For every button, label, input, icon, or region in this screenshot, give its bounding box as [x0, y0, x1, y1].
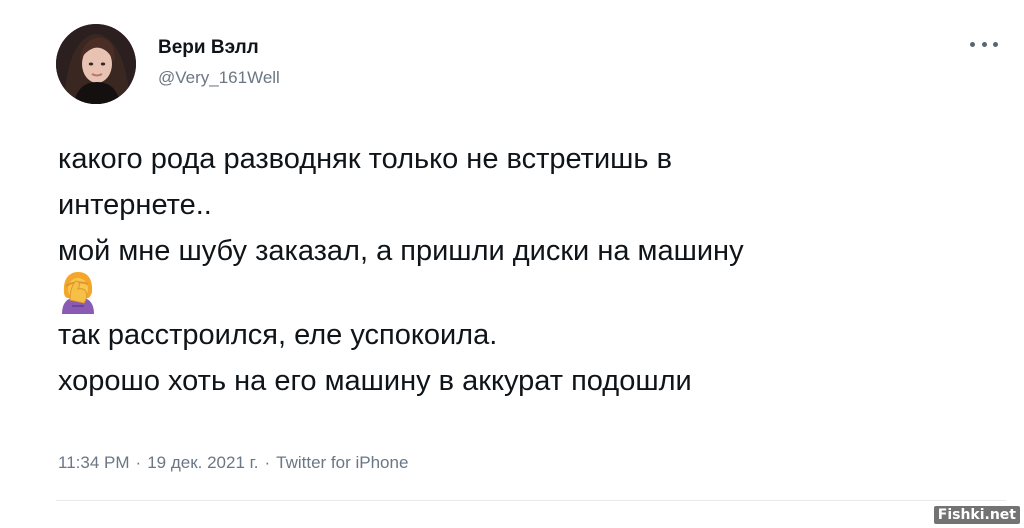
tweet-date[interactable]: 19 дек. 2021 г. — [147, 453, 258, 472]
woman-facepalming-emoji — [58, 270, 998, 314]
tweet-line: хорошо хоть на его машину в аккурат подо… — [58, 365, 692, 397]
facepalm-emoji-icon — [62, 272, 94, 314]
more-dot — [970, 41, 975, 47]
author-handle[interactable]: @Very_161Well — [158, 66, 280, 90]
more-dot — [993, 41, 998, 47]
tweet-meta: 11:34 PM · 19 дек. 2021 г. · Twitter for iPh… — [58, 453, 408, 473]
avatar-photo-icon — [56, 24, 136, 104]
tweet-line: так расстроился, еле успокоила. — [58, 319, 498, 351]
author-names: Вери Вэлл @Very_161Well — [158, 36, 280, 90]
tweet-header: Вери Вэлл @Very_161Well — [56, 24, 280, 104]
avatar[interactable] — [56, 24, 136, 104]
tweet-line: мой мне шубу заказал, а пришли диски на … — [58, 235, 744, 267]
watermark: Fishki.net — [933, 506, 1020, 524]
tweet-source-link[interactable]: Twitter for iPhone — [276, 453, 408, 472]
tweet-line: интернете.. — [58, 189, 212, 221]
tweet-card: Вери Вэлл @Very_161Well какого рода разв… — [0, 0, 1024, 528]
meta-separator: · — [264, 453, 271, 472]
more-dot — [981, 41, 987, 47]
meta-separator: · — [135, 453, 142, 472]
divider — [56, 500, 1006, 501]
tweet-time[interactable]: 11:34 PM — [58, 453, 130, 472]
tweet-line: какого рода разводняк только не встретиш… — [58, 143, 672, 175]
tweet-text: какого рода разводняк только не встретиш… — [58, 136, 998, 404]
author-display-name[interactable]: Вери Вэлл — [158, 36, 280, 60]
more-options-icon[interactable] — [970, 36, 998, 52]
